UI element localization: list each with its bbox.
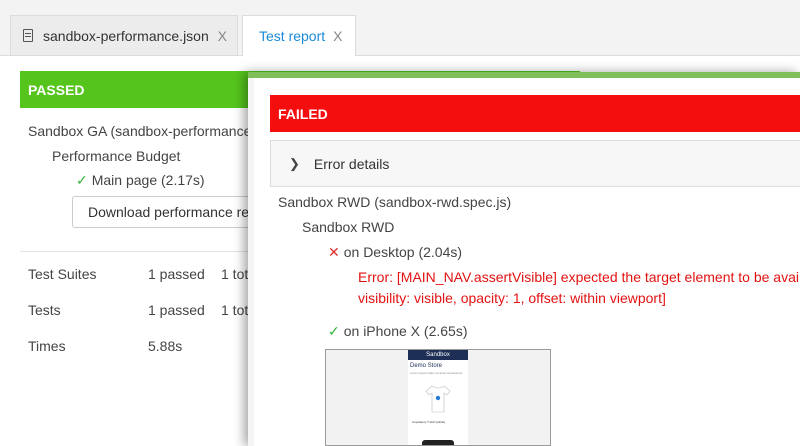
stat-label: Tests — [28, 302, 61, 318]
error-details-label: Error details — [313, 155, 390, 172]
stat-value: 1 passed — [148, 266, 205, 282]
group-title: Performance Budget — [52, 148, 181, 164]
tab-test-report[interactable]: Test report X — [242, 15, 356, 56]
failed-test-label: on Desktop (2.04s) — [343, 244, 463, 260]
error-details-toggle[interactable]: ❯ Error details — [270, 140, 800, 187]
close-icon[interactable]: X — [218, 28, 227, 44]
check-icon: ✓ — [76, 172, 88, 188]
failed-status-bar: FAILED — [270, 95, 800, 132]
stat-extra: 1 tot — [221, 266, 249, 282]
passed-test-label: on iPhone X (2.65s) — [343, 323, 468, 339]
failed-test-item: ✕ on Desktop (2.04s) — [328, 244, 462, 261]
tab-label: sandbox-performance.json — [43, 27, 209, 44]
test-screenshot[interactable]: Sandbox Demo Store Lorem ipsum dolor sit… — [325, 349, 551, 446]
failure-report-overlay: FAILED ❯ Error details Sandbox RWD (sand… — [248, 72, 800, 446]
test-item: ✓ Main page (2.17s) — [76, 172, 205, 189]
error-message: Error: [MAIN_NAV.assertVisible] expected… — [358, 267, 799, 309]
tab-label: Test report — [259, 28, 326, 44]
stat-extra: 1 tot — [221, 302, 249, 318]
screenshot-header: Sandbox — [408, 350, 468, 360]
phone-screenshot: Sandbox Demo Store Lorem ipsum dolor sit… — [408, 350, 468, 445]
cross-icon: ✕ — [328, 244, 340, 260]
suite-title: Sandbox GA (sandbox-performance — [28, 123, 252, 139]
download-performance-button[interactable]: Download performance re — [72, 196, 272, 228]
divider — [20, 251, 260, 252]
screenshot-title: Demo Store — [410, 363, 443, 369]
stat-label: Times — [28, 338, 66, 354]
test-label: Main page (2.17s) — [91, 172, 205, 188]
error-line: Error: [MAIN_NAV.assertVisible] expected… — [358, 269, 799, 285]
stat-value: 1 passed — [148, 302, 205, 318]
tab-bar: sandbox-performance.json X Test report X — [0, 0, 800, 56]
screenshot-subtitle: Lorem ipsum dolor sit amet consectetur — [410, 371, 463, 375]
chevron-right-icon: ❯ — [289, 155, 300, 171]
stat-label: Test Suites — [28, 266, 97, 282]
group-title: Sandbox RWD — [302, 219, 395, 235]
tshirt-image — [425, 385, 451, 413]
tab-sandbox-performance-json[interactable]: sandbox-performance.json X — [10, 15, 238, 55]
passed-test-item: ✓ on iPhone X (2.65s) — [328, 323, 467, 340]
dark-product-image — [422, 440, 454, 445]
screenshot-caption: Cupcakery T-shirt (white) — [412, 420, 446, 424]
close-icon[interactable]: X — [333, 28, 342, 44]
failure-report-content: FAILED ❯ Error details Sandbox RWD (sand… — [254, 78, 800, 446]
suite-title: Sandbox RWD (sandbox-rwd.spec.js) — [278, 194, 512, 210]
error-line: visibility: visible, opacity: 1, offset:… — [358, 290, 666, 306]
stat-value: 5.88s — [148, 338, 183, 354]
file-icon — [23, 29, 33, 42]
check-icon: ✓ — [328, 323, 340, 339]
